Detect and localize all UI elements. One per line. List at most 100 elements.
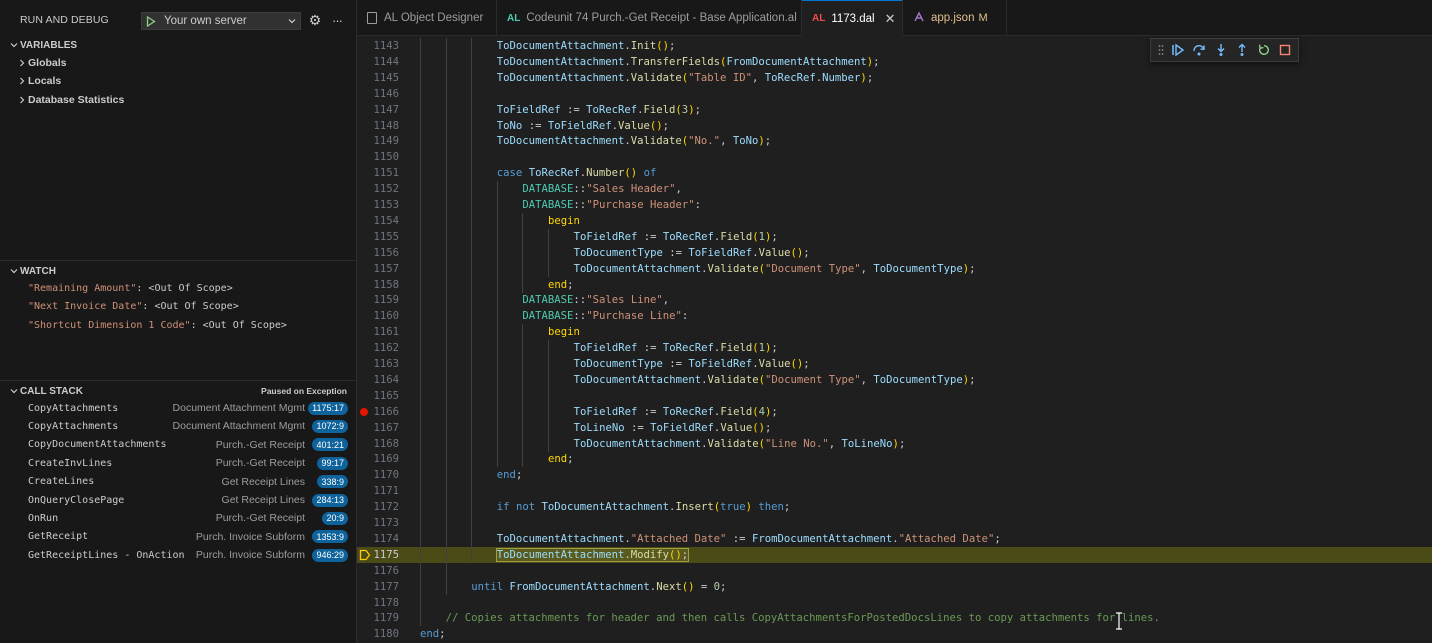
indent-guide [420,38,421,54]
frame-name: CopyDocumentAttachments [28,439,167,451]
code-line[interactable]: 1174 ToDocumentAttachment."Attached Date"… [357,530,1432,547]
chevron-right-icon [16,95,28,105]
code-line[interactable]: 1147 ToFieldRef := ToRecRef.Field(3); [357,101,1432,118]
variables-item-locals[interactable]: Locals [16,72,61,90]
code-line[interactable]: 1168 ToDocumentAttachment.Validate("Line … [357,435,1432,452]
start-debugging-icon[interactable] [142,15,160,27]
code-line[interactable]: 1158 end; [357,276,1432,293]
indent-guide [445,419,447,436]
more-actions-icon[interactable]: ··· [329,12,345,28]
code-line[interactable]: 1161 begin [357,324,1432,341]
tab-1173-dal[interactable]: AL 1173.dal ✕ [802,0,903,36]
watch-item[interactable]: "Remaining Amount": <Out Of Scope> [28,279,233,297]
frame-position-badge: 401:21 [312,438,348,452]
code-line[interactable]: 1173 [357,515,1432,531]
code-line[interactable]: 1154 begin [357,212,1432,229]
code-line[interactable]: 1151 case ToRecRef.Number() of [357,165,1432,182]
indent-guide [471,530,473,547]
code-line[interactable]: 1153 DATABASE::"Purchase Header": [357,197,1432,213]
variables-item-globals[interactable]: Globals [16,54,67,72]
tab-codeunit-74[interactable]: AL Codeunit 74 Purch.-Get Receipt - Base… [497,0,802,36]
step-out-icon[interactable] [1232,40,1254,60]
watch-section-header[interactable]: WATCH [0,262,357,280]
code-line[interactable]: 1162 ToFieldRef := ToRecRef.Field(1); [357,340,1432,357]
variables-item-database-statistics[interactable]: Database Statistics [16,91,124,109]
code-line[interactable]: 1150 [357,149,1432,166]
call-stack-frame[interactable]: CreateInvLines Purch.-Get Receipt 99:17 [0,454,357,472]
watch-value: <Out Of Scope> [202,319,287,331]
restart-icon[interactable] [1253,40,1275,60]
call-stack-frame[interactable]: CopyDocumentAttachments Purch.-Get Receip… [0,436,357,454]
step-over-icon[interactable] [1189,40,1211,60]
code-line[interactable]: 1159 DATABASE::"Sales Line", [357,292,1432,309]
step-into-icon[interactable] [1210,40,1232,60]
line-number: 1154 [373,214,399,227]
indent-guide [420,499,421,516]
code-line[interactable]: 1163 ToDocumentType := ToFieldRef.Value()… [357,356,1432,372]
tab-app-json[interactable]: app.json M [903,0,1007,36]
continue-icon[interactable] [1167,40,1189,60]
tab-label: 1173.dal [831,12,875,25]
indent-guide [445,499,447,516]
indent-guide [420,117,421,134]
indent-guide [471,419,473,436]
tab-label: app.json [931,12,975,24]
watch-item[interactable]: "Next Invoice Date": <Out Of Scope> [28,297,239,315]
code-line[interactable]: 1177 until FromDocumentAttachment.Next() … [357,578,1432,595]
close-icon[interactable]: ✕ [885,11,896,27]
code-line[interactable]: 1156 ToDocumentType := ToFieldRef.Value()… [357,244,1432,261]
code-line[interactable]: 1155 ToFieldRef := ToRecRef.Field(1); [357,228,1432,245]
code-line[interactable]: 1180 end; [357,626,1432,642]
code-line[interactable]: 1149 ToDocumentAttachment.Validate("No.",… [357,133,1432,150]
code-line[interactable]: 1145 ToDocumentAttachment.Validate("Table… [357,69,1432,86]
variables-section-header[interactable]: VARIABLES [0,36,357,54]
tab-al-object-designer[interactable]: AL Object Designer [357,0,497,36]
code-line[interactable]: 1172 if not ToDocumentAttachment.Insert(t… [357,499,1432,516]
stop-icon[interactable] [1275,40,1297,60]
gear-icon[interactable]: ⚙ [307,12,323,28]
tab-label: AL Object Designer [384,12,484,24]
section-divider [0,260,357,261]
code-line[interactable]: 1167 ToLineNo := ToFieldRef.Value(); [357,419,1432,436]
grip-icon[interactable] [1155,40,1167,60]
indent-guide [445,197,447,213]
call-stack-frame[interactable]: OnQueryClosePage Get Receipt Lines 284:13 [0,491,357,509]
code-line[interactable]: 1160 DATABASE::"Purchase Line": [357,308,1432,325]
launch-config-dropdown[interactable]: Your own server [141,12,301,30]
code-line[interactable]: 1166 ToFieldRef := ToRecRef.Field(4); [357,403,1432,420]
indent-guide [420,515,421,531]
indent-guide [420,53,421,70]
chevron-right-icon [16,58,28,68]
indent-guide [445,117,447,134]
call-stack-frame[interactable]: GetReceipt Purch. Invoice Subform 1353:9 [0,528,357,546]
indent-guide [548,260,549,277]
watch-item[interactable]: "Shortcut Dimension 1 Code": <Out Of Sco… [28,316,287,334]
code-line[interactable]: 1175 ToDocumentAttachment.Modify(); [357,546,1432,563]
code-line[interactable]: 1179 // Copies attachments for header and… [357,610,1432,627]
call-stack-frame[interactable]: GetReceiptLines - OnAction Purch. Invoice… [0,546,357,564]
code-line[interactable]: 1165 [357,387,1432,404]
code-line[interactable]: 1146 [357,85,1432,102]
code-line[interactable]: 1178 [357,594,1432,611]
line-number: 1149 [373,135,399,148]
code-editor[interactable]: 1143 ToDocumentAttachment.Init(); 1144 ToDo… [357,36,1432,643]
indent-guide [471,467,473,484]
frame-source: Get Receipt Lines [221,494,305,506]
code-line[interactable]: 1157 ToDocumentAttachment.Validate("Docum… [357,260,1432,277]
code-line[interactable]: 1170 end; [357,467,1432,484]
debug-toolbar [1150,38,1299,62]
code-line[interactable]: 1171 [357,483,1432,500]
call-stack-frame[interactable]: OnRun Purch.-Get Receipt 20:9 [0,509,357,527]
code-line[interactable]: 1152 DATABASE::"Sales Header", [357,181,1432,198]
code-line[interactable]: 1176 [357,562,1432,579]
call-stack-section-header[interactable]: CALL STACK Paused on Exception [0,382,357,400]
code-line[interactable]: 1164 ToDocumentAttachment.Validate("Docum… [357,371,1432,388]
indent-guide [522,260,524,277]
code-line[interactable]: 1169 end; [357,451,1432,468]
indent-guide [445,467,447,484]
call-stack-frame[interactable]: CopyAttachments Document Attachment Mgmt 1… [0,399,357,417]
call-stack-frame[interactable]: CreateLines Get Receipt Lines 338:9 [0,473,357,491]
variables-title: VARIABLES [20,39,78,51]
code-line[interactable]: 1148 ToNo := ToFieldRef.Value(); [357,117,1432,134]
call-stack-frame[interactable]: CopyAttachments Document Attachment Mgmt 1… [0,417,357,435]
